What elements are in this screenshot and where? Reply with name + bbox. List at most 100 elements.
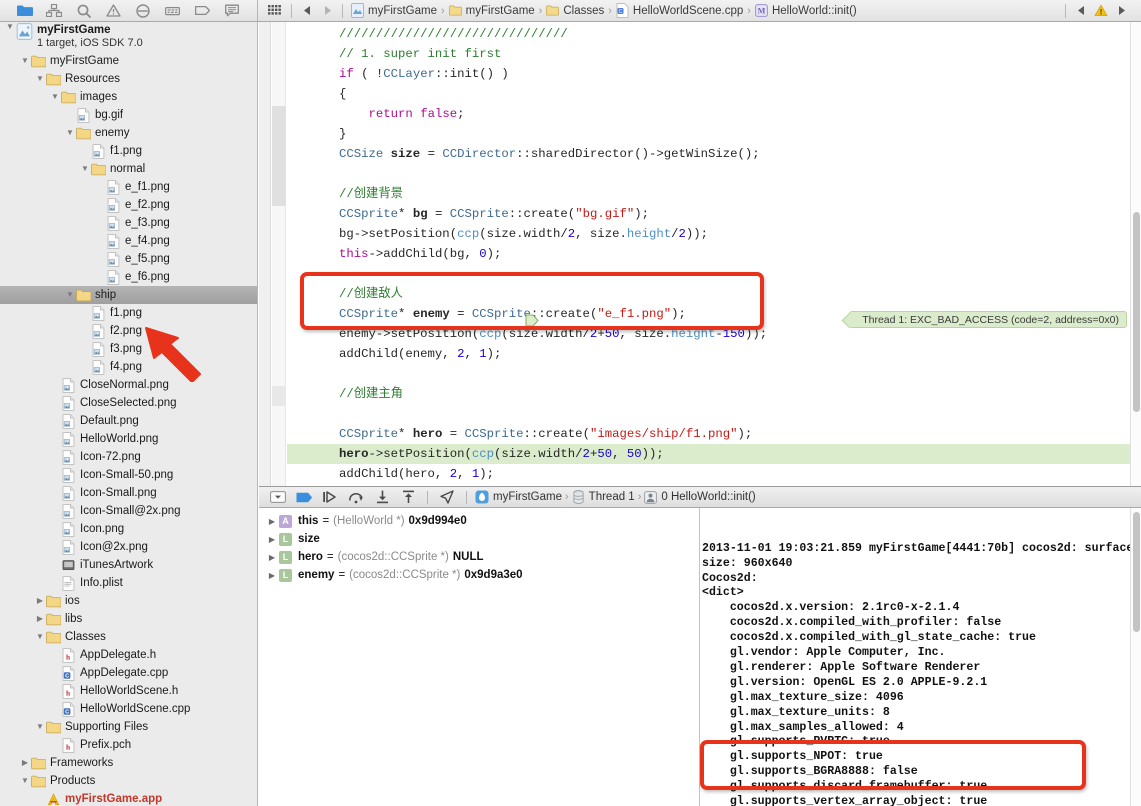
debug-breadcrumb-thread[interactable]: Thread 1	[570, 490, 637, 504]
breadcrumb-item-classes[interactable]: Classes	[543, 2, 607, 20]
deactivate-breakpoints-button[interactable]	[291, 489, 317, 505]
test-navigator-icon[interactable]	[134, 3, 152, 18]
navigator-row[interactable]: Icon.png	[0, 520, 257, 538]
debug-breadcrumb-frame[interactable]: 0 HelloWorld::init()	[642, 490, 757, 504]
disclosure-triangle[interactable]: ▶	[34, 615, 46, 623]
navigator-row[interactable]: f4.png	[0, 358, 257, 376]
code-line[interactable]: //创建背景	[287, 184, 1141, 204]
disclosure-triangle[interactable]: ▼	[4, 23, 16, 31]
disclosure-triangle[interactable]: ▼	[34, 75, 46, 83]
navigator-row[interactable]: ▼ normal	[0, 160, 257, 178]
breadcrumb-item-file[interactable]: C HelloWorldScene.cpp	[613, 2, 746, 20]
variables-view[interactable]: ▶ A this = (HelloWorld *) 0x9d994e0 ▶ L …	[259, 508, 700, 806]
navigator-row[interactable]: e_f4.png	[0, 232, 257, 250]
navigator-row[interactable]: CloseNormal.png	[0, 376, 257, 394]
disclosure-triangle[interactable]: ▶	[265, 571, 279, 580]
navigator-row[interactable]: ▼ Supporting Files	[0, 718, 257, 736]
disclosure-triangle[interactable]: ▼	[19, 777, 31, 785]
fold-indicator[interactable]	[272, 386, 286, 406]
navigator-row[interactable]: e_f1.png	[0, 178, 257, 196]
forward-button[interactable]	[317, 5, 337, 16]
disclosure-triangle[interactable]: ▶	[34, 597, 46, 605]
navigator-row[interactable]: Default.png	[0, 412, 257, 430]
log-navigator-icon[interactable]	[223, 4, 241, 18]
code-line[interactable]: return false;	[287, 104, 1141, 124]
next-issue-icon[interactable]	[1111, 5, 1131, 16]
navigator-row[interactable]: h Prefix.pch	[0, 736, 257, 754]
editor-scrollbar[interactable]	[1130, 22, 1141, 486]
navigator-row[interactable]: f1.png	[0, 304, 257, 322]
navigator-row[interactable]: f2.png	[0, 322, 257, 340]
navigator-row[interactable]: bg.gif	[0, 106, 257, 124]
navigator-row[interactable]: Icon-Small@2x.png	[0, 502, 257, 520]
code-line[interactable]: hero->setPosition(ccp(size.width/2+50, 5…	[287, 444, 1141, 464]
navigator-row[interactable]: Info.plist	[0, 574, 257, 592]
breadcrumb-item-symbol[interactable]: M HelloWorld::init()	[752, 2, 860, 20]
project-navigator[interactable]: ▼ myFirstGame 1 target, iOS SDK 7.0 ▼ my…	[0, 22, 258, 806]
disclosure-triangle[interactable]: ▼	[64, 129, 76, 137]
code-line[interactable]	[287, 264, 1141, 284]
breakpoint-navigator-icon[interactable]	[194, 4, 212, 18]
prev-issue-icon[interactable]	[1071, 5, 1091, 16]
navigator-row[interactable]: Icon-Small-50.png	[0, 466, 257, 484]
navigator-row[interactable]: iTunesArtwork	[0, 556, 257, 574]
fold-indicator[interactable]	[272, 106, 286, 206]
navigator-row[interactable]: e_f3.png	[0, 214, 257, 232]
scrollbar-thumb[interactable]	[1133, 212, 1140, 412]
disclosure-triangle[interactable]: ▶	[19, 759, 31, 767]
console-output[interactable]: 2013-11-01 19:03:21.859 myFirstGame[4441…	[700, 508, 1141, 806]
step-over-button[interactable]	[343, 489, 369, 505]
console-scrollbar[interactable]	[1130, 508, 1141, 806]
code-line[interactable]: {	[287, 84, 1141, 104]
navigator-row[interactable]: Icon-Small.png	[0, 484, 257, 502]
breadcrumb-item-group[interactable]: myFirstGame	[446, 2, 538, 20]
step-into-button[interactable]	[369, 489, 395, 505]
related-items-icon[interactable]	[262, 5, 286, 16]
editor-fold-ribbon[interactable]	[272, 22, 286, 486]
navigator-row[interactable]: ▼ enemy	[0, 124, 257, 142]
code-line[interactable]	[287, 404, 1141, 424]
code-line[interactable]: addChild(hero, 2, 1);	[287, 464, 1141, 484]
scrollbar-thumb[interactable]	[1133, 512, 1140, 632]
issue-badge[interactable]: Thread 1: EXC_BAD_ACCESS (code=2, addres…	[849, 311, 1127, 328]
navigator-row[interactable]: ▼ images	[0, 88, 257, 106]
navigator-row-project[interactable]: ▼ myFirstGame 1 target, iOS SDK 7.0	[0, 22, 257, 52]
navigator-row[interactable]: Icon-72.png	[0, 448, 257, 466]
code-line[interactable]: CCSize size = CCDirector::sharedDirector…	[287, 144, 1141, 164]
code-line[interactable]	[287, 364, 1141, 384]
back-button[interactable]	[297, 5, 317, 16]
code-line[interactable]: this->addChild(bg, 0);	[287, 244, 1141, 264]
code-text[interactable]: ///////////////////////////////// 1. sup…	[287, 22, 1141, 486]
editor-gutter[interactable]	[259, 22, 271, 486]
navigator-row[interactable]: C AppDelegate.cpp	[0, 664, 257, 682]
navigator-row[interactable]: h HelloWorldScene.h	[0, 682, 257, 700]
navigator-row[interactable]: myFirstGame.app	[0, 790, 257, 806]
navigator-row[interactable]: e_f5.png	[0, 250, 257, 268]
disclosure-triangle[interactable]: ▼	[49, 93, 61, 101]
navigator-row[interactable]: e_f2.png	[0, 196, 257, 214]
navigator-row[interactable]: f3.png	[0, 340, 257, 358]
navigator-row[interactable]: ▶ ios	[0, 592, 257, 610]
navigator-row[interactable]: h AppDelegate.h	[0, 646, 257, 664]
disclosure-triangle[interactable]: ▼	[64, 291, 76, 299]
navigator-row[interactable]: HelloWorld.png	[0, 430, 257, 448]
navigator-row[interactable]: ▼ Products	[0, 772, 257, 790]
hide-debug-area-button[interactable]	[265, 489, 291, 505]
warning-triangle-icon[interactable]	[105, 4, 123, 18]
navigator-row[interactable]: ▼ Resources	[0, 70, 257, 88]
simulate-location-button[interactable]	[434, 489, 460, 505]
symbol-navigator-icon[interactable]	[45, 4, 63, 18]
variable-row[interactable]: ▶ A this = (HelloWorld *) 0x9d994e0	[259, 512, 699, 530]
code-line[interactable]: addChild(enemy, 2, 1);	[287, 344, 1141, 364]
code-line[interactable]: bg->setPosition(ccp(size.width/2, size.h…	[287, 224, 1141, 244]
disclosure-triangle[interactable]: ▼	[79, 165, 91, 173]
navigator-row[interactable]: ▼ ship	[0, 286, 257, 304]
code-line[interactable]: //创建主角	[287, 384, 1141, 404]
variable-row[interactable]: ▶ L hero = (cocos2d::CCSprite *) NULL	[259, 548, 699, 566]
navigator-row[interactable]: Icon@2x.png	[0, 538, 257, 556]
disclosure-triangle[interactable]: ▶	[265, 517, 279, 526]
debug-navigator-icon[interactable]	[164, 4, 182, 18]
disclosure-triangle[interactable]: ▶	[265, 553, 279, 562]
warning-triangle-icon[interactable]	[1091, 4, 1111, 17]
navigator-row[interactable]: C HelloWorldScene.cpp	[0, 700, 257, 718]
